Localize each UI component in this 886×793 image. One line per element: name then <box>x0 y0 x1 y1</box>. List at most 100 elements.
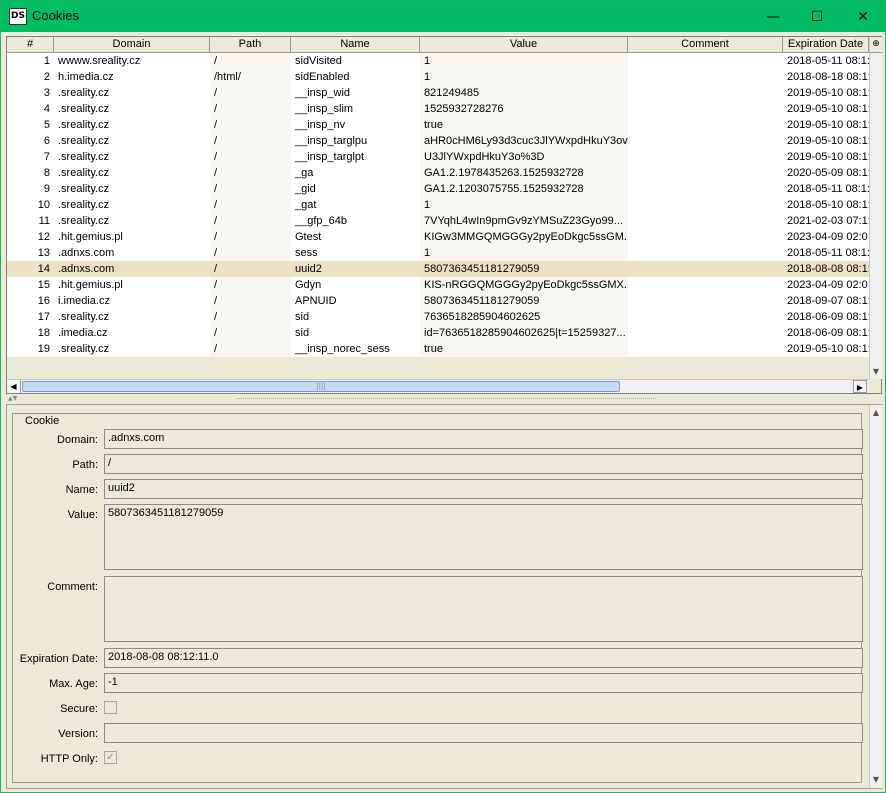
scroll-left-arrow-icon[interactable]: ◀ <box>7 380 21 393</box>
cell-name: __gfp_64b <box>291 213 420 229</box>
cell-name: __insp_norec_sess <box>291 341 420 357</box>
column-header-path[interactable]: Path <box>210 37 291 52</box>
table-row[interactable]: 14 .adnxs.com / uuid2 5807363451181279059 201… <box>7 261 869 277</box>
version-label: Version: <box>58 728 98 740</box>
cell-domain: i.imedia.cz <box>54 293 210 309</box>
cell-name: __insp_targlpu <box>291 133 420 149</box>
table-row[interactable]: 9 .sreality.cz / _gid GA1.2.1203075755.15259… <box>7 181 869 197</box>
table-row[interactable]: 19 .sreality.cz / __insp_norec_sess true 2019… <box>7 341 869 357</box>
value-field[interactable]: 5807363451181279059 <box>104 504 863 570</box>
table-row[interactable]: 5 .sreality.cz / __insp_nv true 2019-05-10 08… <box>7 117 869 133</box>
table-row[interactable]: 1 wwww.sreality.cz / sidVisited 1 2018-05-11 … <box>7 53 869 69</box>
cell-domain: .sreality.cz <box>54 133 210 149</box>
cell-path: / <box>210 341 291 357</box>
cell-path: / <box>210 117 291 133</box>
table-row[interactable]: 4 .sreality.cz / __insp_slim 1525932728276 20… <box>7 101 869 117</box>
split-pane-divider[interactable]: ▲▼ <box>6 395 882 403</box>
scroll-down-arrow-icon[interactable]: ▼ <box>870 365 882 379</box>
column-header-value[interactable]: Value <box>420 37 628 52</box>
table-row[interactable]: 3 .sreality.cz / __insp_wid 821249485 2019-05… <box>7 85 869 101</box>
minimize-button[interactable]: — <box>750 1 796 32</box>
detail-scroll-up-arrow-icon[interactable]: ▲ <box>870 407 882 419</box>
maximize-button[interactable]: ☐ <box>794 1 840 32</box>
cell-number: 14 <box>7 261 54 277</box>
max-age-field[interactable]: -1 <box>104 673 863 693</box>
cell-path: / <box>210 165 291 181</box>
window-title: Cookies <box>32 8 79 23</box>
cell-value: 1 <box>420 245 628 261</box>
cell-comment <box>628 309 783 325</box>
table-row[interactable]: 18 .imedia.cz / sid id=7636518285904602625|t… <box>7 325 869 341</box>
secure-checkbox[interactable] <box>104 701 117 714</box>
cell-value: 5807363451181279059 <box>420 293 628 309</box>
path-label: Path: <box>72 459 98 471</box>
close-button[interactable]: ✕ <box>840 1 886 32</box>
cell-name: APNUID <box>291 293 420 309</box>
table-row[interactable]: 15 .hit.gemius.pl / Gdyn KIS-nRGGQMGGGy2pyEo… <box>7 277 869 293</box>
cell-name: _gat <box>291 197 420 213</box>
title-bar[interactable]: DS Cookies — ☐ ✕ <box>1 1 885 32</box>
app-icon-letter-s: S <box>18 11 25 21</box>
cell-comment <box>628 117 783 133</box>
cell-path: / <box>210 85 291 101</box>
cell-name: sid <box>291 309 420 325</box>
table-row[interactable]: 7 .sreality.cz / __insp_targlpt U3JlYWxpdHku… <box>7 149 869 165</box>
comment-field[interactable] <box>104 576 863 642</box>
table-row[interactable]: 16 i.imedia.cz / APNUID 5807363451181279059 2… <box>7 293 869 309</box>
scroll-right-arrow-icon[interactable]: ▶ <box>853 380 867 393</box>
cell-domain: wwww.sreality.cz <box>54 53 210 69</box>
cell-path: / <box>210 181 291 197</box>
cell-number: 2 <box>7 69 54 85</box>
table-row[interactable]: 17 .sreality.cz / sid 7636518285904602625 201… <box>7 309 869 325</box>
column-header-name[interactable]: Name <box>291 37 420 52</box>
table-vertical-scrollbar[interactable]: ⊕ ▼ <box>869 37 882 379</box>
cell-domain: .sreality.cz <box>54 117 210 133</box>
table-row[interactable]: 11 .sreality.cz / __gfp_64b 7VYqhL4wIn9pmGv9… <box>7 213 869 229</box>
column-header-number[interactable]: # <box>7 37 54 52</box>
cell-comment <box>628 197 783 213</box>
table-row[interactable]: 2 h.imedia.cz/html/sidEnabled 1 2018-08-18 … <box>7 69 869 85</box>
cell-comment <box>628 85 783 101</box>
table-row[interactable]: 13 .adnxs.com / sess 1 2018-05-11 08:1: <box>7 245 869 261</box>
table-horizontal-scrollbar[interactable]: ◀ |||| ▶ <box>7 379 869 393</box>
cell-path: / <box>210 149 291 165</box>
cookies-table[interactable]: # Domain Path Name Value Comment Expiration Da… <box>6 36 882 394</box>
cell-expiration-date: 2019-05-10 08:1: <box>783 101 869 117</box>
splitter-arrows-icon[interactable]: ▲▼ <box>8 395 17 403</box>
expiration-date-field[interactable]: 2018-08-08 08:12:11.0 <box>104 648 863 668</box>
path-field[interactable]: / <box>104 454 863 474</box>
name-field[interactable]: uuid2 <box>104 479 863 499</box>
column-header-comment[interactable]: Comment <box>628 37 783 52</box>
detail-vertical-scrollbar[interactable]: ▲ ▼ <box>869 405 882 788</box>
table-row[interactable]: 8 .sreality.cz / _ga GA1.2.1978435263.152593… <box>7 165 869 181</box>
cell-value: 1 <box>420 197 628 213</box>
table-body[interactable]: 1 wwww.sreality.cz / sidVisited 1 2018-05-11 … <box>7 53 869 357</box>
version-field[interactable] <box>104 723 863 743</box>
minimize-icon: — <box>766 8 780 25</box>
http-only-checkbox[interactable]: ✓ <box>104 751 117 764</box>
detail-scroll-down-arrow-icon[interactable]: ▼ <box>870 774 882 786</box>
cell-number: 12 <box>7 229 54 245</box>
cell-expiration-date: 2020-05-09 08:1: <box>783 165 869 181</box>
horizontal-scroll-thumb[interactable]: |||| <box>22 381 620 392</box>
table-row[interactable]: 12 .hit.gemius.pl / Gtest KIGw3MMGQMGGGy2pyE… <box>7 229 869 245</box>
domain-field[interactable]: .adnxs.com <box>104 429 863 449</box>
name-label: Name: <box>65 484 98 496</box>
column-header-domain[interactable]: Domain <box>54 37 210 52</box>
comment-label: Comment: <box>47 581 98 593</box>
cell-name: _gid <box>291 181 420 197</box>
cell-value: 821249485 <box>420 85 628 101</box>
cell-domain: .sreality.cz <box>54 213 210 229</box>
column-control-icon[interactable]: ⊕ <box>870 37 882 53</box>
table-row[interactable]: 6 .sreality.cz / __insp_targlpu aHR0cHM6Ly93… <box>7 133 869 149</box>
cell-domain: .imedia.cz <box>54 325 210 341</box>
cell-value: GA1.2.1203075755.1525932728 <box>420 181 628 197</box>
column-header-expiration-date[interactable]: Expiration Date <box>783 37 869 52</box>
cell-comment <box>628 133 783 149</box>
splitter-grip[interactable] <box>236 398 656 400</box>
cell-domain: .sreality.cz <box>54 197 210 213</box>
table-row[interactable]: 10 .sreality.cz / _gat 1 2018-05-10 08:1: <box>7 197 869 213</box>
cell-name: __insp_slim <box>291 101 420 117</box>
cell-number: 16 <box>7 293 54 309</box>
cell-number: 17 <box>7 309 54 325</box>
